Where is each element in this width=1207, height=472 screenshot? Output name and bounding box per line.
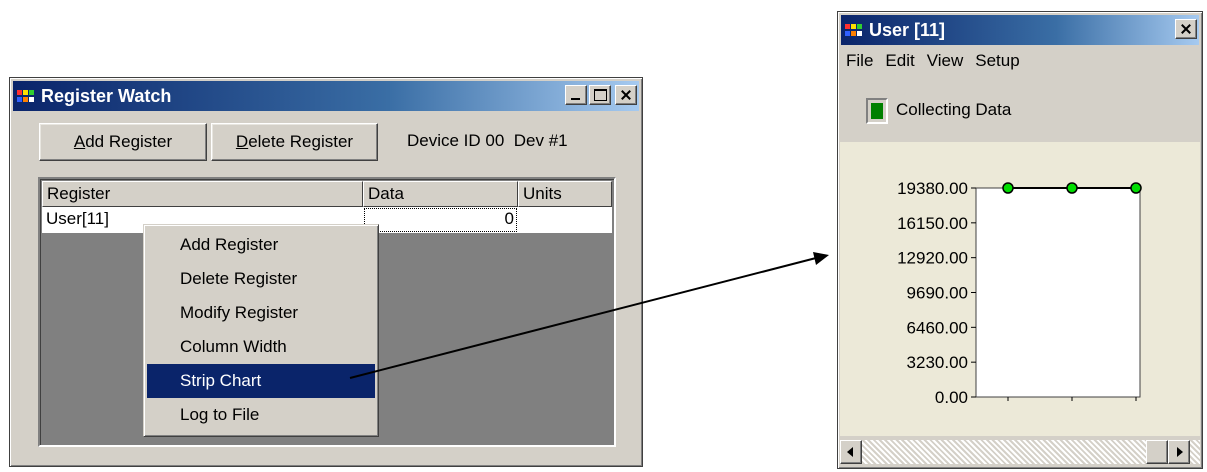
delete-register-label: elete Register: [248, 132, 354, 151]
close-icon[interactable]: [1175, 19, 1197, 39]
horizontal-scrollbar[interactable]: [840, 440, 1200, 464]
add-register-mnemonic: A: [73, 132, 86, 151]
strip-chart-titlebar[interactable]: User [11]: [841, 15, 1199, 45]
device-info: Device ID 00 Dev #1: [407, 131, 568, 150]
units-cell[interactable]: [518, 207, 612, 233]
delete-register-mnemonic: D: [235, 132, 249, 151]
context-menu: Add Register Delete Register Modify Regi…: [143, 224, 379, 437]
window-title: Register Watch: [41, 85, 172, 106]
y-tick-label: 12920.00: [897, 249, 968, 268]
register-watch-titlebar[interactable]: Register Watch: [13, 81, 639, 111]
add-register-label: dd Register: [85, 132, 173, 151]
scroll-left-icon[interactable]: [840, 440, 862, 464]
data-cell[interactable]: 0: [363, 207, 518, 233]
data-point: [1002, 182, 1014, 194]
menu-file[interactable]: File: [842, 48, 881, 74]
strip-chart: 19380.00 16150.00 12920.00 9690.00 6460.00 32…: [897, 179, 1142, 407]
strip-chart-menubar: File Edit View Setup: [842, 48, 1028, 74]
collecting-status: Collecting Data: [896, 100, 1012, 119]
strip-chart-window: User [11] File Edit View Setup Collectin…: [837, 11, 1203, 469]
add-register-button[interactable]: Add Register: [39, 123, 207, 161]
y-tick-label: 3230.00: [907, 353, 968, 372]
menu-item-strip-chart[interactable]: Strip Chart: [147, 364, 375, 398]
close-icon[interactable]: [615, 85, 637, 105]
menu-view[interactable]: View: [923, 48, 972, 74]
y-tick-label: 16150.00: [897, 214, 968, 233]
app-icon: [845, 22, 865, 38]
status-led: [871, 103, 883, 119]
strip-chart-title: User [11]: [869, 19, 946, 40]
y-tick-label: 19380.00: [897, 179, 968, 198]
menu-item-log-to-file[interactable]: Log to File: [147, 398, 375, 432]
plot-frame: [975, 187, 1141, 398]
y-tick-label: 6460.00: [907, 318, 968, 337]
data-point: [1066, 182, 1078, 194]
column-header-units[interactable]: Units: [518, 181, 612, 207]
scroll-right-icon[interactable]: [1168, 440, 1190, 464]
menu-item-column-width[interactable]: Column Width: [147, 330, 375, 364]
delete-register-button[interactable]: Delete Register: [211, 123, 378, 161]
menu-edit[interactable]: Edit: [881, 48, 922, 74]
column-header-data[interactable]: Data: [363, 181, 518, 207]
minimize-icon[interactable]: [565, 85, 587, 105]
scroll-thumb[interactable]: [1146, 440, 1168, 464]
y-tick-label: 9690.00: [907, 284, 968, 303]
maximize-icon[interactable]: [589, 85, 611, 105]
menu-item-delete-register[interactable]: Delete Register: [147, 262, 375, 296]
data-point: [1130, 182, 1142, 194]
menu-item-add-register[interactable]: Add Register: [147, 228, 375, 262]
y-tick-label: 0.00: [935, 388, 968, 407]
column-header-register[interactable]: Register: [42, 181, 363, 207]
menu-setup[interactable]: Setup: [971, 48, 1027, 74]
menu-item-modify-register[interactable]: Modify Register: [147, 296, 375, 330]
chart-area: 19380.00 16150.00 12920.00 9690.00 6460.00 32…: [840, 142, 1200, 436]
app-icon: [17, 88, 37, 104]
collecting-indicator[interactable]: [866, 98, 888, 124]
